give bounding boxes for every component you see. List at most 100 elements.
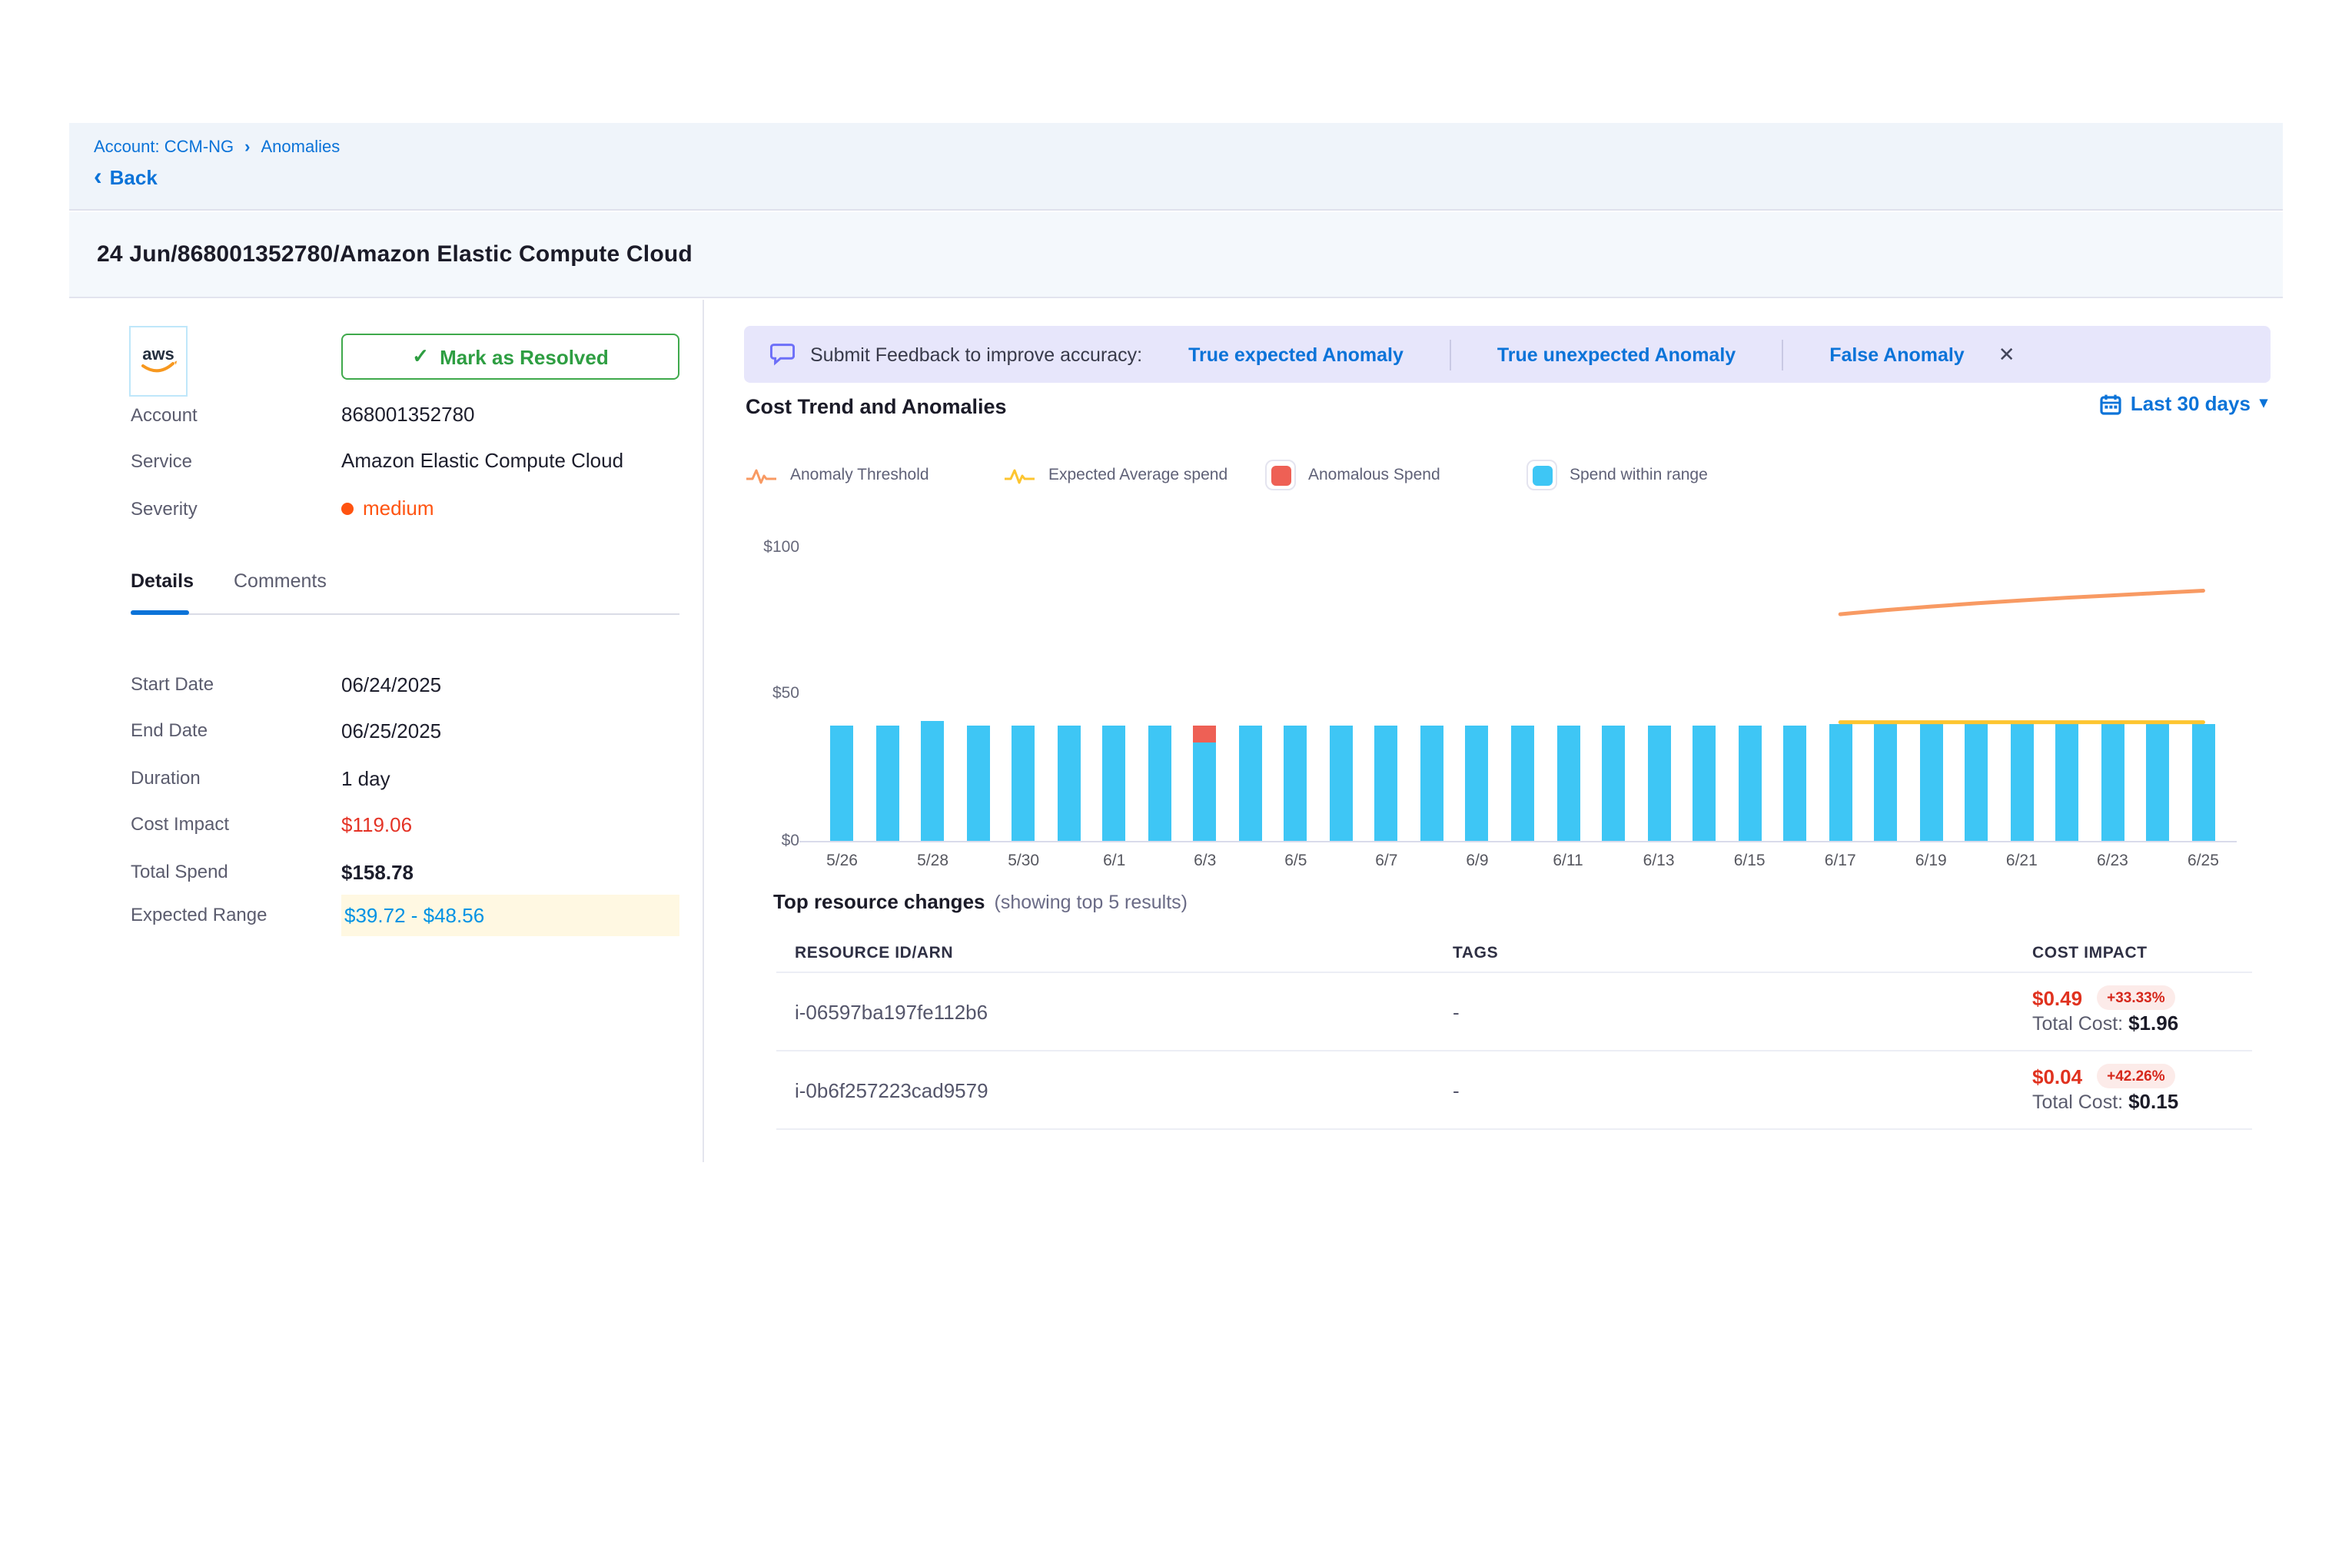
feedback-false-anomaly-link[interactable]: False Anomaly <box>1829 344 1965 365</box>
legend-label: Expected Average spend <box>1048 466 1227 484</box>
active-tab-indicator <box>131 610 189 615</box>
resources-table-header: RESOURCE ID/ARN TAGS COST IMPACT <box>776 933 2252 973</box>
impact-percent-badge: +33.33% <box>2096 985 2176 1010</box>
feedback-true-unexpected-link[interactable]: True unexpected Anomaly <box>1497 344 1736 365</box>
resources-title: Top resource changes <box>773 890 985 913</box>
trend-lines-overlay <box>744 513 2271 898</box>
start-date-label: Start Date <box>131 673 341 695</box>
legend-anomalous-spend[interactable]: Anomalous Spend <box>1265 460 1526 490</box>
total-cost-label: Total Cost: <box>2032 1091 2123 1113</box>
aws-provider-logo: aws <box>129 326 188 397</box>
duration-value: 1 day <box>341 766 390 789</box>
anomaly-analysis-panel: Submit Feedback to improve accuracy: Tru… <box>744 300 2271 1162</box>
cost-impact-value: $119.06 <box>341 812 412 835</box>
cost-impact-label: Cost Impact <box>131 813 341 835</box>
anomaly-summary-panel: aws ✓ Mark as Resolved Account 868001352… <box>69 300 704 1162</box>
account-row: Account 868001352780 <box>131 401 684 427</box>
end-date-value: 06/25/2025 <box>341 719 441 742</box>
tab-comments[interactable]: Comments <box>234 570 327 592</box>
chart-title: Cost Trend and Anomalies <box>746 395 1007 418</box>
feedback-prompt: Submit Feedback to improve accuracy: <box>810 344 1142 365</box>
severity-value: medium <box>341 497 434 520</box>
table-row: i-0b6f257223cad9579 - $0.04 +42.26% Tota… <box>776 1051 2252 1130</box>
back-chevron-icon: ‹ <box>94 168 102 187</box>
severity-dot-icon <box>341 502 354 514</box>
start-date-value: 06/24/2025 <box>341 673 441 696</box>
date-range-selector[interactable]: Last 30 days ▾ <box>2100 392 2267 415</box>
resource-id: i-06597ba197fe112b6 <box>795 1000 1453 1023</box>
total-cost-label: Total Cost: <box>2032 1013 2123 1035</box>
total-cost-line: Total Cost: $1.96 <box>2032 1013 2178 1035</box>
legend-expected-average[interactable]: Expected Average spend <box>1004 465 1265 485</box>
severity-row: Severity medium <box>131 495 684 521</box>
breadcrumb-chevron-icon: › <box>244 138 250 157</box>
feedback-close-icon[interactable]: ✕ <box>1998 342 2015 367</box>
aws-icon: aws <box>135 340 181 383</box>
svg-text:aws: aws <box>142 344 174 364</box>
resources-subtitle: (showing top 5 results) <box>995 892 1188 913</box>
cost-impact-row: Cost Impact $119.06 <box>131 802 684 845</box>
service-label: Service <box>131 450 341 471</box>
title-bar: 24 Jun/868001352780/Amazon Elastic Compu… <box>69 212 2283 298</box>
tab-details[interactable]: Details <box>131 570 194 592</box>
resource-id: i-0b6f257223cad9579 <box>795 1078 1453 1101</box>
detail-tabs: Details Comments <box>131 570 327 592</box>
cost-trend-chart: $0$50$1005/265/285/306/16/36/56/76/96/11… <box>744 513 2271 898</box>
feedback-true-expected-link[interactable]: True expected Anomaly <box>1188 344 1404 365</box>
expected-average-line-icon <box>1004 465 1036 485</box>
breadcrumb-bar: Account: CCM-NG › Anomalies ‹ Back <box>69 123 2283 211</box>
legend-spend-within-range[interactable]: Spend within range <box>1526 460 1708 490</box>
top-resource-changes: Top resource changes (showing top 5 resu… <box>744 890 2252 1130</box>
duration-label: Duration <box>131 767 341 789</box>
mark-as-resolved-button[interactable]: ✓ Mark as Resolved <box>341 334 679 380</box>
resource-cost-impact: $0.04 +42.26% Total Cost: $0.15 <box>2032 1064 2252 1116</box>
anomaly-threshold-line <box>1840 590 2203 614</box>
table-row: i-06597ba197fe112b6 - $0.49 +33.33% Tota… <box>776 973 2252 1051</box>
tabs-divider <box>131 613 679 615</box>
legend-label: Spend within range <box>1570 466 1708 484</box>
back-button[interactable]: ‹ Back <box>94 166 158 189</box>
chart-legend: Anomaly Threshold Expected Average spend… <box>746 461 1708 489</box>
calendar-icon <box>2100 393 2121 414</box>
impact-percent-badge: +42.26% <box>2096 1064 2176 1088</box>
breadcrumb-account-link[interactable]: Account: CCM-NG <box>94 138 234 157</box>
legend-label: Anomaly Threshold <box>790 466 929 484</box>
total-spend-row: Total Spend $158.78 <box>131 850 684 893</box>
expected-range-label: Expected Range <box>131 904 341 925</box>
legend-label: Anomalous Spend <box>1308 466 1440 484</box>
severity-label: Severity <box>131 497 341 519</box>
total-spend-label: Total Spend <box>131 861 341 882</box>
col-cost-impact: COST IMPACT <box>2032 943 2252 962</box>
back-label: Back <box>110 166 158 189</box>
page-title: 24 Jun/868001352780/Amazon Elastic Compu… <box>97 241 693 267</box>
service-value: Amazon Elastic Compute Cloud <box>341 449 623 472</box>
col-tags: TAGS <box>1453 943 2032 962</box>
impact-value: $0.04 <box>2032 1065 2082 1088</box>
duration-row: Duration 1 day <box>131 756 684 799</box>
total-spend-value: $158.78 <box>341 860 414 883</box>
impact-value: $0.49 <box>2032 986 2082 1009</box>
threshold-line-icon <box>746 465 778 485</box>
date-range-label: Last 30 days <box>2131 392 2251 415</box>
speech-bubble-icon <box>770 343 795 366</box>
feedback-divider <box>1450 339 1451 370</box>
end-date-row: End Date 06/25/2025 <box>131 709 684 752</box>
service-row: Service Amazon Elastic Compute Cloud <box>131 447 684 473</box>
resource-cost-impact: $0.49 +33.33% Total Cost: $1.96 <box>2032 985 2252 1038</box>
end-date-label: End Date <box>131 719 341 741</box>
anomaly-detail-page: Account: CCM-NG › Anomalies ‹ Back 24 Ju… <box>0 0 2352 1568</box>
spend-within-range-swatch <box>1526 460 1557 490</box>
breadcrumb-anomalies-link[interactable]: Anomalies <box>261 138 341 157</box>
feedback-bar: Submit Feedback to improve accuracy: Tru… <box>744 326 2271 383</box>
breadcrumb: Account: CCM-NG › Anomalies <box>94 138 2258 157</box>
resources-table: RESOURCE ID/ARN TAGS COST IMPACT i-06597… <box>776 933 2252 1130</box>
anomalous-spend-swatch <box>1265 460 1296 490</box>
expected-range-value: $39.72 - $48.56 <box>341 894 679 935</box>
feedback-divider <box>1782 339 1783 370</box>
col-resource-id: RESOURCE ID/ARN <box>795 943 1453 962</box>
resource-tags: - <box>1453 1078 2032 1101</box>
resource-tags: - <box>1453 1000 2032 1023</box>
account-value: 868001352780 <box>341 403 475 426</box>
legend-anomaly-threshold[interactable]: Anomaly Threshold <box>746 465 1004 485</box>
check-icon: ✓ <box>412 344 429 369</box>
